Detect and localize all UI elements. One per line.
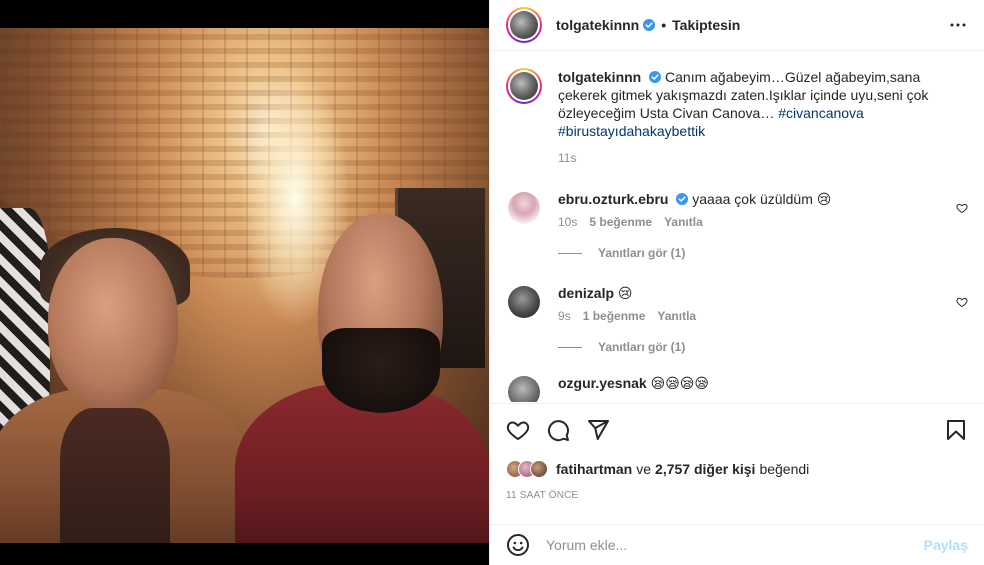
like-heart-icon[interactable] <box>498 410 538 450</box>
replies-divider <box>558 252 582 254</box>
comment-likes[interactable]: 1 beğenme <box>583 308 646 324</box>
instagram-post-modal: tolgatekinnn • Takiptesin tolgatekinnn C… <box>0 0 984 565</box>
post-header: tolgatekinnn • Takiptesin <box>490 0 984 51</box>
first-liker-username[interactable]: fatihartman <box>556 461 632 477</box>
comment-username[interactable]: denizalp <box>558 285 614 301</box>
author-avatar[interactable] <box>506 7 542 43</box>
save-bookmark-icon[interactable] <box>936 410 976 450</box>
comment-text: 😪😪😪😪 <box>650 375 709 391</box>
hashtag-link[interactable]: #birustayıdahakaybettik <box>558 123 705 139</box>
caption-time[interactable]: 11s <box>558 150 576 166</box>
comment-input[interactable] <box>546 537 924 553</box>
photo-person-right-beard <box>322 328 440 413</box>
photo-person-left-face <box>48 238 178 408</box>
verified-badge-icon <box>676 193 689 205</box>
post-side-panel: tolgatekinnn • Takiptesin tolgatekinnn C… <box>489 0 984 565</box>
like-comment-heart-icon[interactable] <box>956 296 968 308</box>
comment-text: 😢 <box>617 285 633 301</box>
commenter-avatar[interactable] <box>508 192 540 224</box>
liker-avatars <box>506 460 548 478</box>
comment-username[interactable]: ebru.ozturk.ebru <box>558 191 668 207</box>
post-media[interactable] <box>0 0 489 565</box>
emoji-smiley-icon[interactable] <box>506 533 530 557</box>
replies-divider <box>558 346 582 348</box>
following-button[interactable]: Takiptesin <box>672 17 740 33</box>
author-username[interactable]: tolgatekinnn <box>556 17 639 33</box>
comment-text: yaaaa çok üzüldüm 😢 <box>692 191 832 207</box>
post-photo[interactable] <box>0 28 489 543</box>
comments-list[interactable]: tolgatekinnn Canım ağabeyim…Güzel ağabey… <box>490 52 984 402</box>
like-comment-heart-icon[interactable] <box>956 202 968 214</box>
caption: tolgatekinnn Canım ağabeyim…Güzel ağabey… <box>506 68 968 166</box>
photo-person-left-sweater <box>60 408 170 543</box>
post-timestamp[interactable]: 11 SAAT ÖNCE <box>498 482 976 508</box>
hashtag-link[interactable]: #civancanova <box>778 105 864 121</box>
header-separator: • <box>661 17 667 33</box>
comment-likes[interactable]: 5 beğenme <box>589 214 652 230</box>
commenter-avatar[interactable] <box>508 376 540 402</box>
comment-bubble-icon[interactable] <box>538 410 578 450</box>
view-replies-button[interactable]: Yanıtları gör (1) <box>558 246 968 260</box>
comment-composer: Paylaş <box>490 524 984 565</box>
comment: denizalp 😢 9s 1 beğenme Yanıtla <box>506 284 968 324</box>
comment: ozgur.yesnak 😪😪😪😪 <box>506 374 968 402</box>
caption-avatar[interactable] <box>506 68 542 104</box>
post-comment-button[interactable]: Paylaş <box>924 537 968 553</box>
comment-username[interactable]: ozgur.yesnak <box>558 375 647 391</box>
view-replies-label[interactable]: Yanıtları gör (1) <box>598 340 685 354</box>
more-options-icon[interactable] <box>946 13 970 37</box>
commenter-avatar[interactable] <box>508 286 540 318</box>
verified-badge-icon <box>643 19 656 31</box>
share-paper-plane-icon[interactable] <box>578 410 618 450</box>
likes-connector: ve <box>636 461 652 477</box>
comment: ebru.ozturk.ebru yaaaa çok üzüldüm 😢 10s… <box>506 190 968 230</box>
likes-summary[interactable]: fatihartman ve 2,757 diğer kişi beğendi <box>498 456 976 482</box>
caption-username[interactable]: tolgatekinnn <box>558 69 641 85</box>
post-actions: fatihartman ve 2,757 diğer kişi beğendi … <box>490 403 984 508</box>
comment-time[interactable]: 10s <box>558 214 577 230</box>
reply-button[interactable]: Yanıtla <box>664 214 703 230</box>
view-replies-label[interactable]: Yanıtları gör (1) <box>598 246 685 260</box>
reply-button[interactable]: Yanıtla <box>657 308 696 324</box>
verified-badge-icon <box>649 71 662 83</box>
likes-suffix: beğendi <box>759 461 810 477</box>
view-replies-button[interactable]: Yanıtları gör (1) <box>558 340 968 354</box>
other-likers-count[interactable]: 2,757 diğer kişi <box>655 461 755 477</box>
comment-time[interactable]: 9s <box>558 308 571 324</box>
